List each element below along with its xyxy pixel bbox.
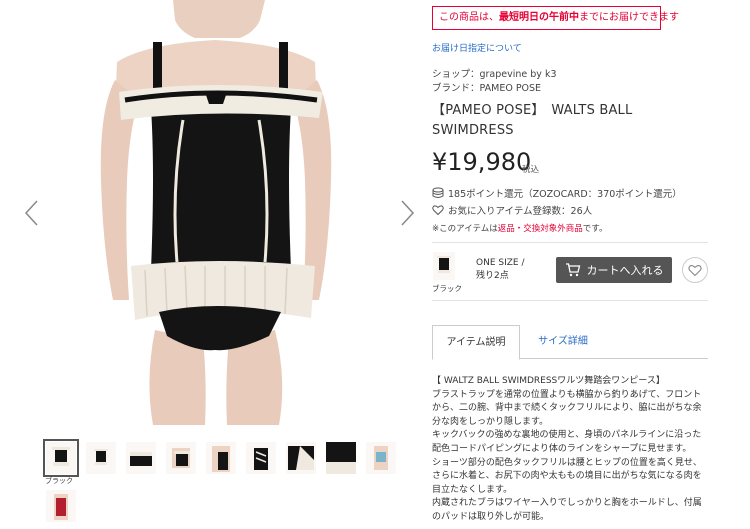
tax-label: 税込 — [522, 165, 540, 175]
add-to-cart-label: カートへ入れる — [586, 264, 664, 277]
coins-icon — [432, 187, 444, 199]
return-notice: ※このアイテムは返品・交換対象外商品です。 — [432, 222, 607, 234]
description-line: 目立たなくします。 — [432, 484, 513, 495]
delivery-date-link[interactable]: お届け日指定について — [432, 41, 522, 54]
points-info: 185ポイント還元（ZOZOCARD：370ポイント還元） — [432, 186, 682, 200]
description-line: ショーツ部分の配色タックフリルは腰とヒップの位置を高く見せ、 — [432, 457, 702, 468]
product-title: 【PAMEO POSE】 WALTS BALL SWIMDRESS — [432, 103, 633, 138]
sku-size-stock: ONE SIZE / 残り2点 — [476, 257, 524, 283]
detail-tabs: アイテム説明 サイズ詳細 — [432, 325, 708, 360]
add-to-cart-button[interactable]: カートへ入れる — [556, 257, 672, 283]
sku-color: ブラック — [432, 284, 462, 293]
heart-icon — [432, 204, 444, 216]
thumbnail-10[interactable] — [46, 490, 76, 522]
gallery-prev-arrow[interactable] — [22, 198, 42, 228]
thumbnail-7[interactable] — [286, 442, 316, 474]
product-price: ¥19,980 — [432, 148, 532, 176]
shop-name[interactable]: ショップ：grapevine by k3 — [432, 66, 557, 80]
main-product-photo[interactable] — [55, 0, 375, 425]
description-line: 内蔵されたブラはワイヤー入りでしっかりと胸をホールドし、付属 — [432, 498, 702, 509]
thumbnail-4[interactable] — [166, 442, 196, 474]
delivery-prefix: この商品は、 — [439, 12, 499, 23]
favorites-info: お気に入りアイテム登録数：26人 — [432, 203, 592, 217]
description-line: 配色コードパイピングにより体のラインをシャープに見せます。 — [432, 443, 692, 454]
description-line: から、二の腕、背中まで続くタックフリルにより、脇に出がちな余 — [432, 403, 702, 414]
delivery-notice: この商品は、最短明日の午前中までにお届けできます — [432, 6, 679, 30]
favorites-count: お気に入りアイテム登録数：26人 — [448, 206, 593, 217]
delivery-emphasis: 最短明日の午前中 — [499, 12, 579, 23]
product-gallery: ブラック — [0, 0, 425, 529]
divider — [432, 242, 708, 243]
notice-prefix: ※このアイテムは — [432, 224, 498, 234]
thumbnail-9[interactable] — [366, 442, 396, 474]
description-line: さらに水着と、お尻下の肉や太ももの境目に出がちな気になる肉を — [432, 471, 702, 482]
description-line: キックバックの強めな裏地の使用と、身頃のパネルラインに沿った — [432, 430, 702, 441]
favorite-button[interactable] — [682, 257, 708, 283]
description-line: 【 WALTZ BALL SWIMDRESSワルツ舞踏会ワンピース】 — [432, 376, 665, 386]
thumbnail-6[interactable] — [246, 442, 276, 474]
sku-size: ONE SIZE / — [476, 258, 525, 268]
tab-size-detail[interactable]: サイズ詳細 — [528, 325, 598, 359]
divider — [432, 300, 708, 301]
thumbnail-3[interactable] — [126, 442, 156, 474]
notice-suffix: です。 — [582, 224, 608, 234]
thumbnail-2[interactable] — [86, 442, 116, 474]
tab-item-description[interactable]: アイテム説明 — [432, 325, 520, 360]
thumbnail-caption: ブラック — [45, 477, 73, 485]
sku-thumbnail — [433, 252, 455, 280]
delivery-suffix: までにお届けできます — [579, 12, 679, 23]
description-line: ブラストラップを通常の位置よりも横脇から釣りあげて、フロント — [432, 389, 702, 400]
points-text: 185ポイント還元（ZOZOCARD：370ポイント還元） — [448, 189, 682, 200]
description-line: 分な肉をしっかり隠します。 — [432, 416, 549, 427]
item-description: 【 WALTZ BALL SWIMDRESSワルツ舞踏会ワンピース】 ブラストラ… — [432, 375, 712, 525]
thumbnail-8[interactable] — [326, 442, 356, 474]
description-line: のパッドは取り外しが可能。 — [432, 511, 550, 522]
thumbnail-5[interactable] — [206, 442, 236, 474]
brand-name[interactable]: ブランド：PAMEO POSE — [432, 80, 541, 94]
gallery-next-arrow[interactable] — [397, 198, 417, 228]
cart-icon — [565, 263, 581, 277]
sku-stock: 残り2点 — [476, 271, 509, 281]
non-returnable-link[interactable]: 返品・交換対象外商品 — [498, 224, 583, 234]
thumbnail-1[interactable] — [43, 439, 79, 477]
heart-outline-icon — [688, 264, 702, 276]
